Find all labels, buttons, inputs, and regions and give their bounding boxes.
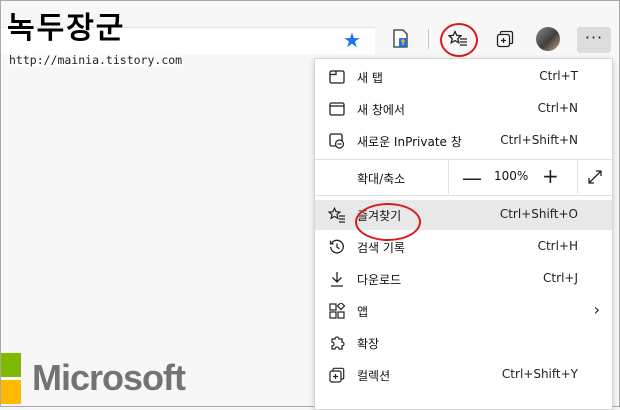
menu-item-new-tab[interactable]: 새 탭 Ctrl+T: [315, 62, 612, 92]
menu-item-shortcut: Ctrl+H: [537, 239, 578, 253]
menu-item-downloads[interactable]: 다운로드 Ctrl+J: [315, 264, 612, 294]
star-filled-icon[interactable]: ★: [341, 29, 363, 51]
menu-item-zoom: 확대/축소 — 100% +: [315, 160, 612, 194]
watermark-url: http://mainia.tistory.com: [9, 53, 183, 67]
microsoft-logo-icon: [1, 353, 22, 405]
fullscreen-button[interactable]: [577, 160, 613, 194]
zoom-value: 100%: [494, 169, 529, 183]
menu-item-label: 컬렉션: [357, 369, 391, 383]
extension-icon[interactable]: [386, 25, 414, 53]
menu-item-inprivate[interactable]: 새로운 InPrivate 창 Ctrl+Shift+N: [315, 126, 612, 156]
menu-item-label: 새로운 InPrivate 창: [357, 135, 462, 149]
menu-item-new-window[interactable]: 새 창에서 Ctrl+N: [315, 94, 612, 124]
apps-icon: [327, 301, 347, 321]
fullscreen-icon: [588, 170, 602, 184]
menu-item-history[interactable]: 검색 기록 Ctrl+H: [315, 232, 612, 262]
more-menu-button[interactable]: ···: [577, 27, 611, 53]
menu-item-collections[interactable]: 컬렉션 Ctrl+Shift+Y: [315, 360, 612, 390]
menu-item-shortcut: Ctrl+J: [543, 271, 578, 285]
toolbar-divider: [428, 29, 429, 49]
menu-item-apps[interactable]: 앱 ›: [315, 296, 612, 326]
browser-window: ★ ··· 녹두장군 http://mainia.tistory.com 새 탭…: [0, 0, 620, 410]
menu-item-shortcut: Ctrl+N: [537, 101, 578, 115]
inprivate-icon: [327, 131, 347, 151]
microsoft-logo-text: Microsoft: [32, 357, 186, 398]
menu-item-shortcut: Ctrl+Shift+O: [499, 207, 578, 221]
menu-item-label: 확장: [357, 337, 380, 351]
collections-icon[interactable]: [491, 25, 519, 53]
chevron-right-icon: ›: [593, 300, 600, 319]
menu-item-extensions[interactable]: 확장: [315, 328, 612, 358]
menu-item-shortcut: Ctrl+Shift+Y: [501, 367, 578, 381]
extensions-icon: [327, 333, 347, 353]
menu-item-shortcut: Ctrl+T: [539, 69, 578, 83]
watermark-title: 녹두장군: [7, 11, 126, 46]
highlight-ring: [440, 23, 478, 57]
zoom-in-button[interactable]: +: [542, 164, 559, 188]
menu-item-label: 새 창에서: [357, 103, 405, 117]
menu-item-label: 앱: [357, 305, 369, 319]
menu-item-label: 검색 기록: [357, 241, 405, 255]
collections-icon: [327, 365, 347, 385]
zoom-controls: — 100% +: [448, 160, 571, 194]
zoom-label: 확대/축소: [357, 172, 406, 186]
new-window-icon: [327, 99, 347, 119]
settings-menu: 새 탭 Ctrl+T 새 창에서 Ctrl+N 새로운 InPrivate 창 …: [314, 58, 613, 410]
history-icon: [327, 237, 347, 257]
new-tab-icon: [327, 67, 347, 87]
menu-item-label: 다운로드: [357, 273, 402, 287]
profile-avatar[interactable]: [536, 27, 560, 51]
zoom-out-button[interactable]: —: [462, 166, 482, 190]
menu-item-shortcut: Ctrl+Shift+N: [500, 133, 578, 147]
menu-separator: [315, 195, 612, 196]
menu-item-label: 새 탭: [357, 71, 383, 85]
download-icon: [327, 269, 347, 289]
favorites-icon: [327, 205, 347, 225]
